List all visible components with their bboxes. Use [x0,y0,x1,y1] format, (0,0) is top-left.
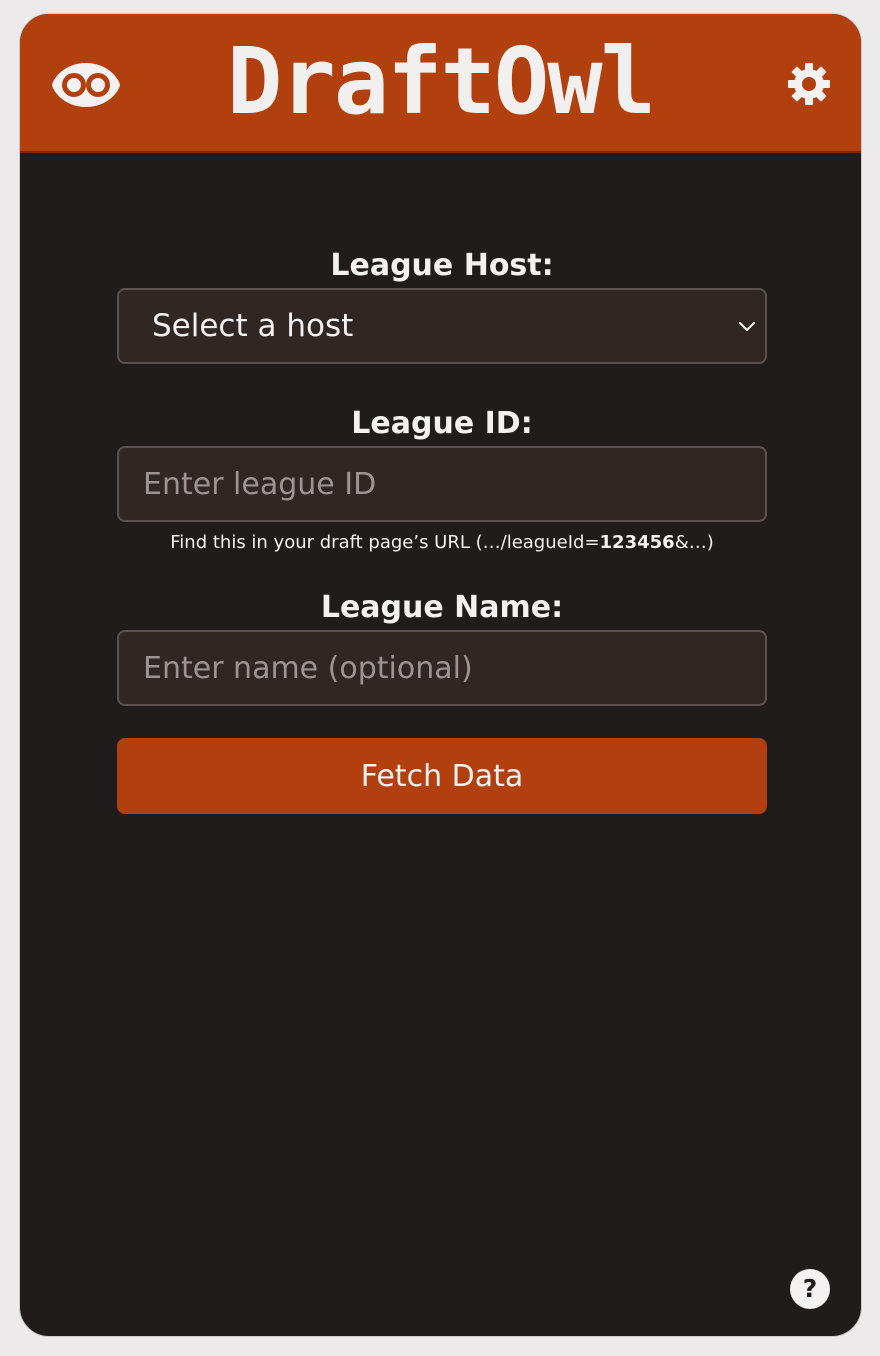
chevron-down-icon [739,322,755,331]
league-name-label: League Name: [320,590,564,625]
league-name-field [117,630,767,706]
league-id-input[interactable] [119,448,765,520]
league-id-hint-example: 123456 [599,532,675,553]
league-id-label: League ID: [351,406,533,441]
league-host-select[interactable]: Select a host [117,288,767,364]
app-title: DraftOwl [226,28,656,135]
league-id-hint: Find this in your draft page’s URL (…/le… [117,530,767,556]
app-header: DraftOwl [20,14,861,153]
league-host-label: League Host: [330,248,554,283]
league-form: League Host: Select a host League ID: Fi… [117,244,767,814]
league-id-field [117,446,767,522]
gear-icon[interactable] [787,62,831,106]
league-id-hint-prefix: Find this in your draft page’s URL (…/le… [170,532,600,553]
fetch-data-button[interactable]: Fetch Data [117,738,767,814]
league-host-select-value: Select a host [152,308,354,344]
league-name-input[interactable] [119,632,765,704]
extension-popup: DraftOwl League Host: Select a host Leag… [19,13,862,1337]
help-button[interactable]: ? [790,1269,830,1309]
league-id-hint-suffix: &…) [674,532,714,553]
